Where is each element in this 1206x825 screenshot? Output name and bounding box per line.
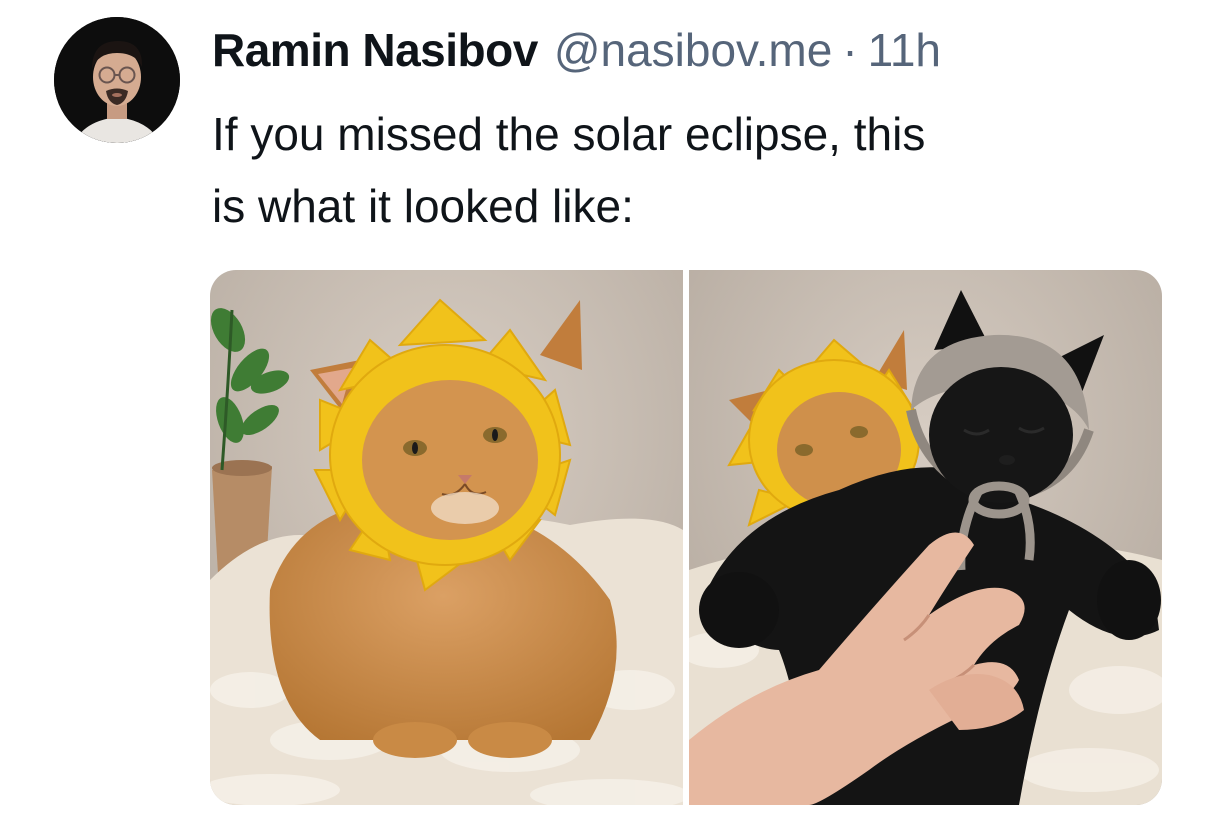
post-text-line-2: is what it looked like: (212, 180, 634, 232)
separator-dot: · (842, 24, 858, 76)
avatar-image (54, 17, 180, 143)
media-image-left[interactable] (210, 270, 683, 805)
post-text: If you missed the solar eclipse, this is… (212, 98, 1172, 242)
author-name[interactable]: Ramin Nasibov (212, 22, 538, 78)
black-cat-bonnet-photo (689, 270, 1162, 805)
author-handle[interactable]: @nasibov.me (554, 22, 833, 78)
avatar[interactable] (54, 17, 180, 143)
orange-cat-sun-hat-photo (210, 270, 683, 805)
post: Ramin Nasibov @nasibov.me · 11h If you m… (0, 0, 1206, 825)
post-text-line-1: If you missed the solar eclipse, this (212, 108, 926, 160)
post-timestamp[interactable]: 11h (868, 22, 941, 78)
media-grid (210, 270, 1162, 805)
media-image-right[interactable] (689, 270, 1162, 805)
post-header: Ramin Nasibov @nasibov.me · 11h (212, 22, 941, 78)
